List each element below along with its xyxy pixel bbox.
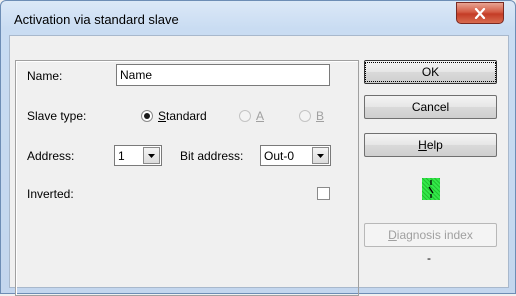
radio-standard-mnemonic: S	[158, 109, 167, 123]
radio-standard-dot[interactable]	[141, 110, 153, 122]
close-icon	[474, 7, 486, 19]
address-label: Address:	[27, 149, 75, 163]
radio-standard-label: Standard	[158, 109, 207, 123]
radio-b-dot[interactable]	[299, 110, 311, 122]
bit-address-label: Bit address:	[180, 149, 244, 163]
address-dropdown-button[interactable]	[143, 147, 160, 164]
help-button[interactable]: Help	[364, 133, 497, 157]
radio-a-mnemonic: A	[256, 109, 265, 123]
diagnosis-index-button[interactable]: Diagnosis index	[364, 223, 497, 247]
help-mnemonic: H	[418, 138, 427, 152]
inverted-label: Inverted:	[27, 187, 74, 201]
title-bar[interactable]: Activation via standard slave	[1, 1, 515, 35]
dialog-client: Name: Slave type: Standard A B Address: …	[9, 35, 509, 296]
radio-standard-rest: tandard	[166, 109, 207, 123]
ok-button-label: OK	[364, 62, 497, 82]
chevron-down-icon	[148, 153, 155, 158]
switch-icon	[428, 180, 434, 198]
cancel-button[interactable]: Cancel	[364, 95, 497, 119]
window-title: Activation via standard slave	[14, 12, 179, 27]
diagnosis-rest: iagnosis index	[396, 228, 473, 242]
bit-address-select[interactable]: Out-0	[260, 145, 331, 166]
dialog-window: Activation via standard slave Name: Slav…	[0, 0, 516, 296]
radio-a-dot[interactable]	[239, 110, 251, 122]
radio-a-label: A	[256, 109, 264, 123]
address-select[interactable]: 1	[114, 145, 162, 166]
name-input[interactable]	[116, 64, 330, 86]
ok-button[interactable]: OK	[364, 60, 497, 84]
chevron-down-icon	[317, 153, 324, 158]
diagnosis-mnemonic: D	[388, 228, 397, 242]
radio-b-label: B	[316, 109, 324, 123]
address-value: 1	[118, 149, 125, 163]
bit-address-dropdown-button[interactable]	[312, 147, 329, 164]
settings-group	[15, 60, 359, 296]
inverted-checkbox[interactable]	[317, 187, 330, 200]
bit-address-value: Out-0	[264, 149, 295, 163]
status-indicator	[422, 178, 440, 200]
close-button[interactable]	[456, 2, 504, 24]
radio-b-mnemonic: B	[316, 109, 325, 123]
help-rest: elp	[426, 138, 443, 152]
name-label: Name:	[27, 69, 63, 83]
slave-type-label: Slave type:	[27, 109, 87, 123]
diagnosis-value: -	[427, 251, 431, 265]
